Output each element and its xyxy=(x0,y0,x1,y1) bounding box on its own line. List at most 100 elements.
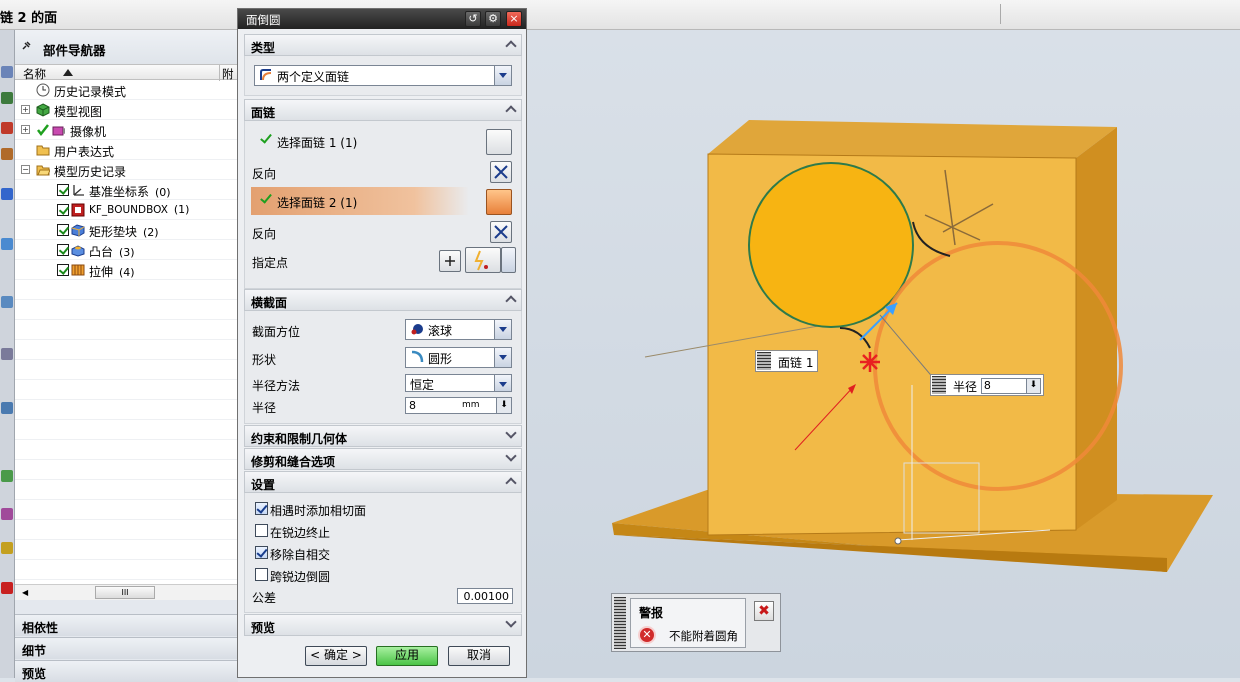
remove-self-intersect-checkbox[interactable] xyxy=(255,546,268,559)
cancel-button[interactable]: 取消 xyxy=(448,646,510,666)
tree-item-datum-csys[interactable]: 基准坐标系 (0) xyxy=(15,180,238,200)
tree-empty-row xyxy=(15,300,238,320)
feature-checkbox[interactable] xyxy=(57,184,69,196)
role-icon[interactable] xyxy=(1,470,13,482)
face-select-active-icon[interactable] xyxy=(486,189,512,215)
section-settings[interactable]: 设置 xyxy=(244,471,522,493)
radius-onscreen-field[interactable]: 8 ⬇ xyxy=(980,378,1041,394)
palette2-icon[interactable] xyxy=(1,508,13,520)
alert-close-icon[interactable]: ✖ xyxy=(754,601,774,621)
select-face-chain-1[interactable]: 选择面链 1 (1) xyxy=(251,127,469,155)
expand-icon[interactable] xyxy=(505,427,517,439)
model-view-icon xyxy=(36,103,50,117)
tree-item-kf-boundbox[interactable]: KF_BOUNDBOX (1) xyxy=(15,200,238,220)
collapse-icon[interactable] xyxy=(505,295,517,307)
tree-item-model-history[interactable]: − 模型历史记录 xyxy=(15,160,238,180)
face-chain-tag[interactable]: 面链 1 xyxy=(755,350,819,372)
expand-icon[interactable] xyxy=(505,450,517,462)
ok-button[interactable]: < 确定 > xyxy=(305,646,367,666)
graphics-viewport[interactable]: 面链 1 半径 8 ⬇ xyxy=(527,30,1240,678)
across-sharp-checkbox[interactable] xyxy=(255,568,268,581)
feature-checkbox[interactable] xyxy=(57,264,69,276)
tree-item-label: 摄像机 xyxy=(70,125,107,139)
chevron-down-icon[interactable] xyxy=(494,320,511,339)
arrow-down-icon[interactable]: ⬇ xyxy=(496,398,511,413)
radius-input[interactable]: 8 mm ⬇ xyxy=(405,397,512,414)
face-select-icon[interactable] xyxy=(486,129,512,155)
point-inferred-icon[interactable] xyxy=(465,247,501,273)
radius-method-label: 半径方法 xyxy=(252,379,301,393)
radius-onscreen-input[interactable]: 半径 8 ⬇ xyxy=(930,374,1044,396)
palette-icon[interactable] xyxy=(1,122,13,134)
expand-icon[interactable] xyxy=(505,616,517,628)
tree-item-user-expressions[interactable]: 用户表达式 xyxy=(15,140,238,160)
roles-icon[interactable] xyxy=(1,66,13,78)
chevron-down-icon[interactable] xyxy=(494,66,511,85)
history-icon[interactable] xyxy=(1,92,13,104)
expand-icon[interactable]: + xyxy=(21,105,30,114)
face-chain-type-icon xyxy=(260,69,272,81)
web2-icon[interactable] xyxy=(1,542,13,554)
feature-checkbox[interactable] xyxy=(57,244,69,256)
reset-icon[interactable]: ↺ xyxy=(465,11,481,27)
tree-item-model-views[interactable]: + 模型视图 xyxy=(15,100,238,120)
tree-item-boss[interactable]: 凸台 (3) xyxy=(15,240,238,260)
select-face-chain-2[interactable]: 选择面链 2 (1) xyxy=(251,187,469,215)
tree-item-cameras[interactable]: + 摄像机 xyxy=(15,120,238,140)
reuse-icon[interactable] xyxy=(1,148,13,160)
apply-button[interactable]: 应用 xyxy=(376,646,438,666)
section-cross-section[interactable]: 横截面 xyxy=(244,289,522,311)
stop-at-sharp-checkbox[interactable] xyxy=(255,524,268,537)
panel-details[interactable]: 细节 xyxy=(15,637,238,659)
material-icon[interactable] xyxy=(1,402,13,414)
alert-grip-icon[interactable] xyxy=(614,597,626,649)
part-icon[interactable] xyxy=(1,582,13,594)
shape-select[interactable]: 圆形 xyxy=(405,347,512,368)
chevron-down-icon[interactable] xyxy=(494,348,511,367)
tree-empty-row xyxy=(15,520,238,540)
panel-dependencies[interactable]: 相依性 xyxy=(15,614,238,636)
tree-item-extrude[interactable]: 拉伸 (4) xyxy=(15,260,238,280)
expand-icon[interactable]: + xyxy=(21,125,30,134)
tolerance-input[interactable]: 0.00100 xyxy=(457,588,513,604)
section-face-chain[interactable]: 面链 xyxy=(244,99,522,121)
section-preview[interactable]: 预览 xyxy=(244,614,522,636)
column-separator[interactable] xyxy=(219,65,220,81)
close-icon[interactable]: × xyxy=(506,11,522,27)
process-icon[interactable] xyxy=(1,238,13,250)
system-icon[interactable] xyxy=(1,296,13,308)
reverse-direction-icon[interactable] xyxy=(490,221,512,243)
orientation-select[interactable]: 滚球 xyxy=(405,319,512,340)
gear-icon[interactable]: ⚙ xyxy=(485,11,501,27)
horizontal-scrollbar[interactable]: ◀ III xyxy=(15,584,238,600)
arrow-down-icon[interactable]: ⬇ xyxy=(1025,379,1040,393)
type-select[interactable]: 两个定义面链 xyxy=(254,65,512,86)
tree-item-history-mode[interactable]: 历史记录模式 xyxy=(15,80,238,100)
section-constraints[interactable]: 约束和限制几何体 xyxy=(244,425,522,447)
chevron-down-icon[interactable] xyxy=(501,247,516,273)
tree-item-count: (0) xyxy=(155,186,171,199)
collapse-icon[interactable] xyxy=(505,105,517,117)
section-type[interactable]: 类型 xyxy=(244,34,522,56)
point-dialog-icon[interactable] xyxy=(439,250,461,272)
tree-item-rect-pad[interactable]: 矩形垫块 (2) xyxy=(15,220,238,240)
scroll-left-icon[interactable]: ◀ xyxy=(22,588,28,597)
collapse-icon[interactable] xyxy=(505,477,517,489)
section-trim-sew[interactable]: 修剪和缝合选项 xyxy=(244,448,522,470)
panel-preview[interactable]: 预览 xyxy=(15,660,238,682)
clock-icon[interactable] xyxy=(1,348,13,360)
web-icon[interactable] xyxy=(1,188,13,200)
collapse-icon[interactable] xyxy=(505,40,517,52)
scroll-thumb[interactable]: III xyxy=(95,586,155,599)
tree-empty-row xyxy=(15,560,238,580)
feature-checkbox[interactable] xyxy=(57,204,69,216)
reverse-direction-icon[interactable] xyxy=(490,161,512,183)
feature-checkbox[interactable] xyxy=(57,224,69,236)
radius-method-select[interactable]: 恒定 xyxy=(405,374,512,392)
model-view[interactable] xyxy=(527,30,1240,678)
pin-icon[interactable] xyxy=(21,41,31,51)
chevron-down-icon[interactable] xyxy=(494,375,511,391)
collapse-icon[interactable]: − xyxy=(21,165,30,174)
navigator-header: 部件导航器 xyxy=(15,30,237,64)
add-tangent-checkbox[interactable] xyxy=(255,502,268,515)
